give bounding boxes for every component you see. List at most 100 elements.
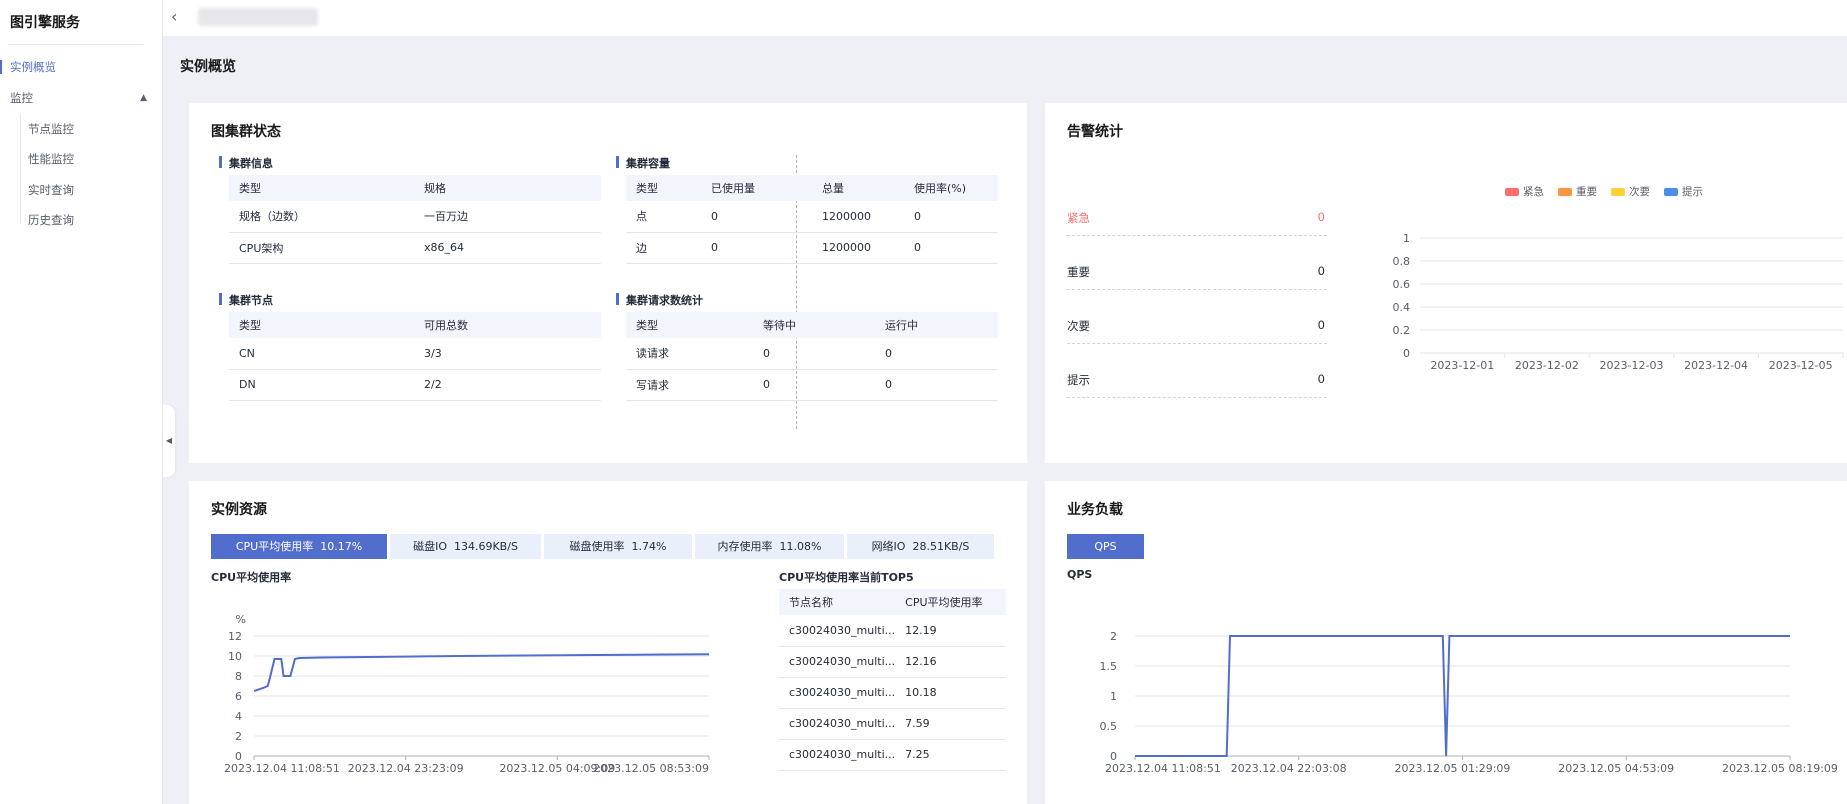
- y-tick-label: 0.4: [1393, 301, 1411, 314]
- cluster-capacity-table: 类型 已使用量 总量 使用率(%) 点 0 1200000 0 边 0 1200000 0: [626, 175, 998, 264]
- table-cell: CN: [229, 338, 414, 370]
- table-header: 类型: [229, 312, 414, 338]
- table-cell: 0: [875, 369, 998, 401]
- collapse-sidebar-icon[interactable]: ◀: [163, 405, 175, 477]
- sidebar-item-label: 监控: [10, 91, 33, 105]
- table-row: c30024030_multi... 7.25: [779, 739, 1006, 771]
- y-tick-label: 10: [228, 650, 242, 663]
- sidebar-item-label: 历史查询: [28, 213, 74, 227]
- table-cell: 12.16: [895, 646, 1006, 678]
- alarm-label: 重要: [1067, 265, 1090, 279]
- sidebar-item-label: 节点监控: [28, 122, 74, 136]
- sidebar-item-label: 性能监控: [28, 152, 74, 166]
- card-title: 业务负载: [1067, 502, 1123, 518]
- cluster-nodes-table: 类型 可用总数 CN 3/3 DN 2/2: [229, 312, 601, 401]
- legend-item[interactable]: 重要: [1558, 184, 1597, 199]
- x-tick-label: 2023.12.04 22:03:08: [1231, 762, 1347, 775]
- alarm-card: 告警统计 紧急 0 重要 0 次要 0 提示 0 紧急 重要 次要 提示 0 0.2 0.4…: [1045, 103, 1847, 463]
- chart-title: QPS: [1067, 568, 1093, 581]
- tab-value: 134.69KB/S: [453, 540, 518, 553]
- tab-cpu[interactable]: CPU平均使用率 10.17%: [211, 534, 387, 559]
- cluster-info-table: 类型 规格 规格（边数） 一百万边 CPU架构 x86_64: [229, 175, 601, 264]
- x-tick-label: 2023.12.05 04:53:09: [1558, 762, 1674, 775]
- tab-label: 内存使用率: [717, 540, 773, 553]
- legend-item[interactable]: 次要: [1611, 184, 1650, 199]
- table-cell: c30024030_multi...: [779, 739, 896, 771]
- section-title: 集群信息: [219, 155, 273, 171]
- section-title: 集群容量: [616, 155, 670, 171]
- metric-tabs: CPU平均使用率 10.17% 磁盘IO 134.69KB/S 磁盘使用率 1.…: [211, 534, 994, 559]
- tab-label: 磁盘使用率: [569, 540, 625, 553]
- sidebar-item-history-query[interactable]: 历史查询: [0, 207, 163, 233]
- alarm-row-major: 重要 0: [1067, 236, 1327, 290]
- table-header: 已使用量: [701, 175, 812, 201]
- sidebar-item-label: 实时查询: [28, 183, 74, 197]
- legend-item[interactable]: 提示: [1664, 184, 1703, 199]
- legend-swatch: [1558, 187, 1572, 196]
- table-row: CN 3/3: [229, 338, 601, 370]
- tab-label: 网络IO: [871, 540, 906, 553]
- x-tick-label: 2023-12-04: [1684, 359, 1748, 372]
- sidebar-item-node-monitor[interactable]: 节点监控: [0, 116, 163, 142]
- top5-title: CPU平均使用率当前TOP5: [779, 571, 914, 584]
- tab-value: 11.08%: [779, 540, 822, 553]
- y-tick-label: 2: [1110, 630, 1117, 643]
- legend-swatch: [1664, 187, 1678, 196]
- table-row: 规格（边数） 一百万边: [229, 201, 601, 233]
- table-row: DN 2/2: [229, 369, 601, 401]
- sidebar-item-perf-monitor[interactable]: 性能监控: [0, 146, 163, 172]
- sidebar-item-realtime-query[interactable]: 实时查询: [0, 177, 163, 203]
- x-tick-label: 2023.12.05 01:29:09: [1395, 762, 1511, 775]
- x-tick-label: 2023-12-02: [1515, 359, 1579, 372]
- alarm-count: 0: [1317, 264, 1325, 278]
- chart-title: CPU平均使用率: [211, 571, 292, 584]
- legend-item[interactable]: 紧急: [1505, 184, 1544, 199]
- table-row: 读请求 0 0: [626, 338, 998, 370]
- tab-memory[interactable]: 内存使用率 11.08%: [695, 534, 844, 559]
- table-header: CPU平均使用率: [895, 589, 1006, 615]
- sidebar-item-label: 实例概览: [10, 60, 56, 74]
- back-arrow-icon[interactable]: ‹: [171, 7, 177, 26]
- instance-name-redacted: [198, 8, 318, 26]
- alarm-label: 提示: [1067, 373, 1090, 387]
- qps-button[interactable]: QPS: [1067, 534, 1144, 559]
- tab-disk-usage[interactable]: 磁盘使用率 1.74%: [544, 534, 692, 559]
- table-cell: 点: [626, 201, 701, 233]
- legend-label: 提示: [1682, 186, 1703, 198]
- table-cell: 1200000: [812, 232, 904, 264]
- table-header: 使用率(%): [904, 175, 998, 201]
- tab-disk-io[interactable]: 磁盘IO 134.69KB/S: [390, 534, 541, 559]
- y-tick-label: 6: [235, 690, 242, 703]
- table-row: 边 0 1200000 0: [626, 232, 998, 264]
- y-tick-label: 12: [228, 630, 242, 643]
- sidebar-item-overview[interactable]: 实例概览: [0, 54, 163, 80]
- qps-chart: 00.511.522023.12.04 11:08:51 2023.12.04 2…: [1100, 630, 1838, 775]
- alarm-legend: 紧急 重要 次要 提示: [1505, 184, 1703, 199]
- table-cell: 0: [701, 232, 812, 264]
- table-cell: c30024030_multi...: [779, 677, 896, 709]
- table-header: 运行中: [875, 312, 998, 338]
- x-tick-label: 2023-12-03: [1600, 359, 1664, 372]
- table-cell: c30024030_multi...: [779, 615, 896, 647]
- alarm-chart: 0 0.2 0.4 0.6 0.8 1 2023-12-01 2023-12-02 2023-1…: [1393, 232, 1844, 372]
- sidebar-item-monitor[interactable]: 监控 ▲: [0, 85, 163, 111]
- cpu-series-line: [253, 653, 710, 692]
- top5-table: 节点名称 CPU平均使用率 c30024030_multi... 12.19 c30…: [779, 589, 1006, 771]
- table-cell: x86_64: [414, 232, 601, 264]
- x-tick-label: 2023-12-01: [1430, 359, 1494, 372]
- y-tick-label: 2: [235, 730, 242, 743]
- resources-card: 实例资源 CPU平均使用率 10.17% 磁盘IO 134.69KB/S 磁盘使…: [189, 481, 1027, 804]
- table-cell: 0: [701, 201, 812, 233]
- tab-label: 磁盘IO: [413, 540, 447, 553]
- table-cell: 0: [753, 369, 875, 401]
- table-cell: c30024030_multi...: [779, 708, 896, 740]
- y-tick-label: 0.6: [1393, 278, 1411, 291]
- legend-label: 次要: [1629, 186, 1650, 198]
- card-title: 告警统计: [1067, 124, 1123, 140]
- x-tick-label: 2023.12.05 08:19:09: [1722, 762, 1838, 775]
- alarm-label: 次要: [1067, 319, 1090, 333]
- table-cell: 一百万边: [414, 201, 601, 233]
- tab-network-io[interactable]: 网络IO 28.51KB/S: [847, 534, 994, 559]
- table-cell: DN: [229, 369, 414, 401]
- alarm-row-minor: 次要 0: [1067, 290, 1327, 344]
